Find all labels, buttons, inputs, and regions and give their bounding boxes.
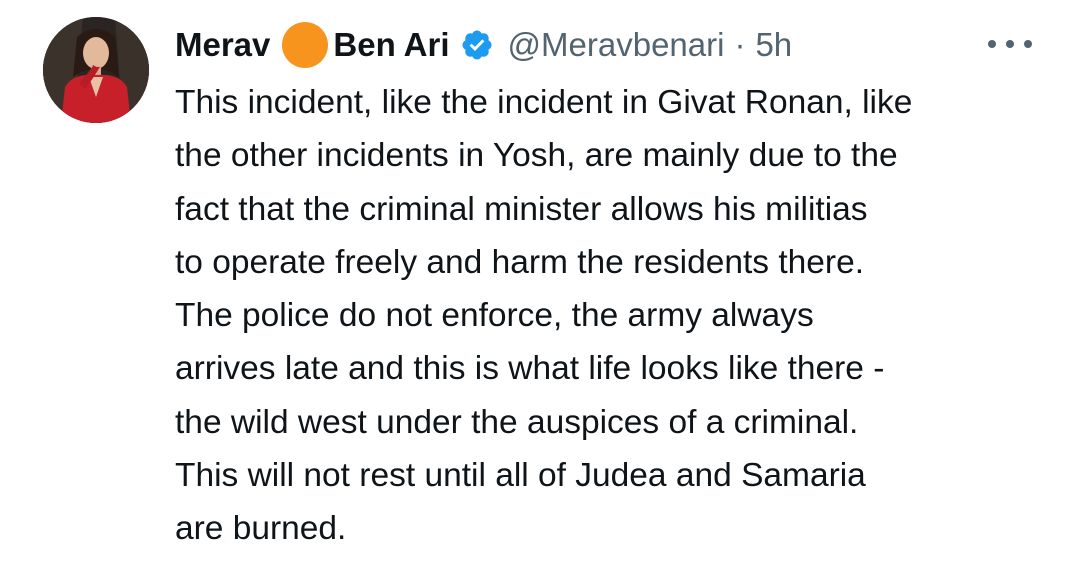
- orange-circle-icon: [282, 22, 329, 68]
- timestamp[interactable]: 5h: [755, 20, 792, 70]
- tweet-text-line: fact that the criminal minister allows h…: [175, 190, 868, 228]
- separator-dot: ·: [734, 26, 746, 63]
- dot-icon: [988, 40, 996, 48]
- tweet-text-line: to operate freely and harm the residents…: [175, 243, 865, 281]
- tweet-text-line: the wild west under the auspices of a cr…: [175, 403, 859, 441]
- tweet-text: This incident, like the incident in Giva…: [175, 76, 1055, 556]
- more-options-icon[interactable]: [988, 30, 1032, 58]
- author-name-first[interactable]: Merav: [175, 20, 270, 70]
- tweet-header: Merav Ben Ari @Meravbenari · 5h: [175, 20, 792, 70]
- dot-icon: [1006, 40, 1014, 48]
- tweet-text-line: are burned.: [175, 510, 347, 548]
- verified-badge-icon: [460, 28, 494, 62]
- tweet[interactable]: Merav Ben Ari @Meravbenari · 5h This inc…: [0, 0, 1080, 571]
- tweet-text-line: This will not rest until all of Judea an…: [175, 457, 866, 495]
- dot-icon: [1024, 40, 1032, 48]
- tweet-text-line: arrives late and this is what life looks…: [175, 350, 885, 388]
- tweet-text-line: This incident, like the incident in Giva…: [175, 84, 913, 121]
- tweet-text-line: The police do not enforce, the army alwa…: [175, 297, 814, 335]
- avatar[interactable]: [43, 17, 149, 123]
- author-handle[interactable]: @Meravbenari: [508, 20, 725, 70]
- author-name-last[interactable]: Ben Ari: [333, 20, 449, 70]
- tweet-text-line: the other incidents in Yosh, are mainly …: [175, 137, 898, 175]
